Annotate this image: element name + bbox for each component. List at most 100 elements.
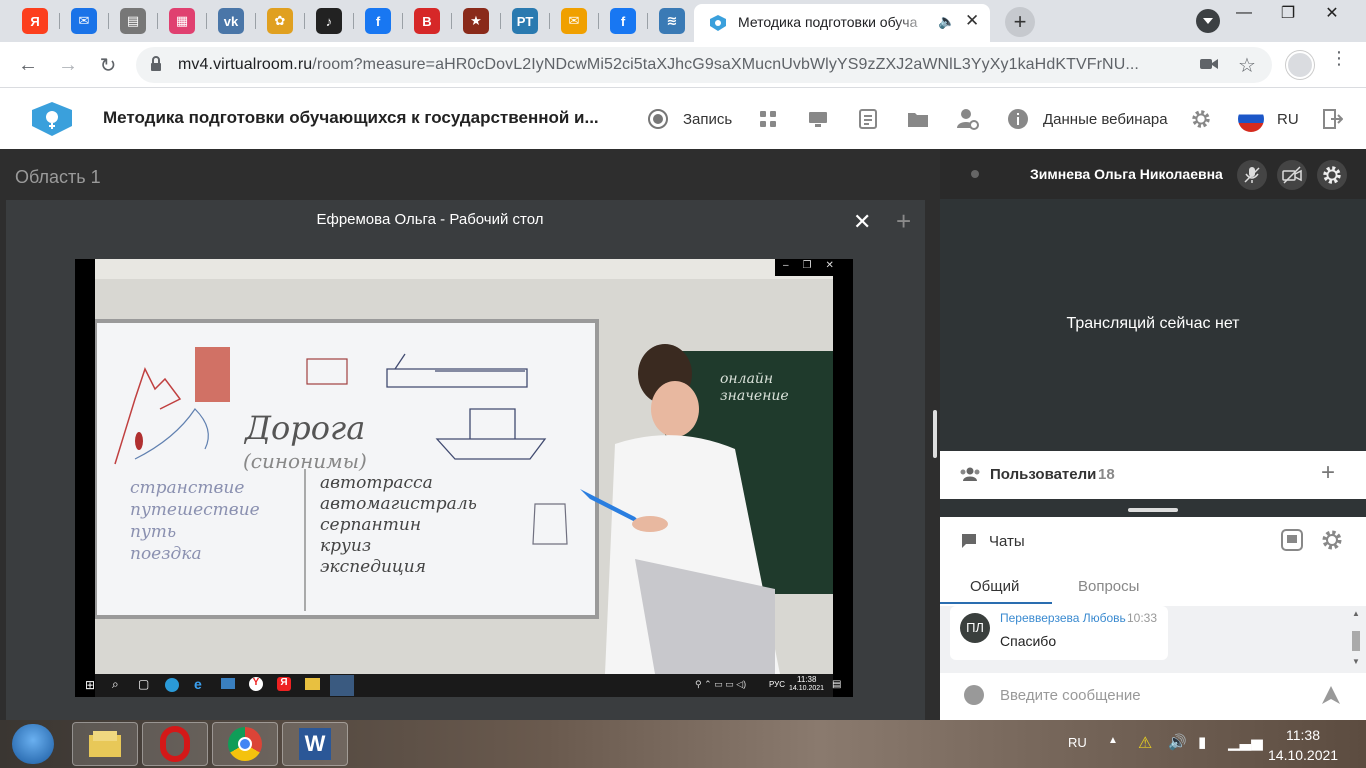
bookmark-star-icon[interactable]: ☆ bbox=[1238, 53, 1256, 78]
emoji-icon[interactable] bbox=[964, 685, 984, 705]
forward-icon[interactable]: → bbox=[55, 52, 81, 78]
webinar-data-label[interactable]: Данные вебинара bbox=[1043, 111, 1168, 128]
record-label[interactable]: Запись bbox=[683, 111, 732, 128]
files-folder-icon[interactable] bbox=[907, 108, 929, 130]
tray-date[interactable]: 14.10.2021 bbox=[1268, 747, 1338, 763]
flower-tab[interactable]: ✿ bbox=[267, 8, 293, 34]
tray-time[interactable]: 11:38 bbox=[1286, 727, 1320, 743]
word-taskbar-button[interactable]: W bbox=[282, 722, 348, 766]
inner-yandex2-icon: Я bbox=[277, 677, 291, 691]
doc-tab[interactable]: ▤ bbox=[120, 8, 146, 34]
facebook2-tab[interactable]: f bbox=[610, 8, 636, 34]
board-subtitle: (синонимы) bbox=[243, 449, 367, 473]
presentation-icon[interactable] bbox=[857, 108, 879, 130]
vk-tab[interactable]: vk bbox=[218, 8, 244, 34]
start-button[interactable] bbox=[12, 724, 54, 764]
restore-button[interactable]: ❐ bbox=[1266, 2, 1310, 24]
tray-power-icon[interactable]: ▮ bbox=[1198, 733, 1206, 751]
inner-edge-icon bbox=[165, 678, 179, 692]
tray-show-hidden-icon[interactable]: ▲ bbox=[1108, 735, 1118, 746]
wave-tab[interactable]: ≋ bbox=[659, 8, 685, 34]
camera-icon[interactable] bbox=[1200, 57, 1218, 76]
chalkboard-words: онлайн значение bbox=[720, 371, 789, 405]
panel-add-icon[interactable]: + bbox=[896, 206, 911, 237]
info-icon[interactable] bbox=[1007, 108, 1029, 130]
inner-taskbar: ⊞ ⌕ ▢ e Y Я ⚲ ⌃ ▭ ▭ ◁) РУС 11:38 14.10.2… bbox=[75, 674, 853, 697]
send-icon[interactable] bbox=[1321, 685, 1341, 710]
tab-close-icon[interactable]: ✕ bbox=[965, 11, 979, 31]
browser-menu-icon[interactable]: ⋮ bbox=[1330, 49, 1348, 67]
chat-settings-icon[interactable] bbox=[1320, 528, 1344, 557]
tray-warning-icon[interactable]: ⚠ bbox=[1138, 733, 1152, 753]
user-settings-icon[interactable] bbox=[957, 108, 979, 130]
explorer-taskbar-button[interactable] bbox=[72, 722, 138, 766]
profile-avatar[interactable] bbox=[1286, 51, 1314, 79]
virtualroom-logo[interactable] bbox=[30, 102, 74, 141]
inner-start-icon: ⊞ bbox=[85, 678, 96, 692]
photo-tab[interactable]: ▦ bbox=[169, 8, 195, 34]
message-author[interactable]: Перевверзева Любовь bbox=[1000, 611, 1126, 625]
language-label[interactable]: RU bbox=[1277, 111, 1299, 128]
tab-search-icon[interactable] bbox=[1196, 9, 1220, 33]
tray-language[interactable]: RU bbox=[1068, 735, 1087, 750]
panel-resize-handle[interactable] bbox=[933, 410, 937, 458]
screen-share-icon[interactable] bbox=[807, 108, 829, 130]
layouts-icon[interactable] bbox=[757, 108, 779, 130]
rt-tab[interactable]: PT bbox=[512, 8, 538, 34]
chat-scrollbar[interactable]: ▲ ▼ bbox=[1350, 609, 1362, 667]
board-word: поездка bbox=[130, 544, 202, 564]
camera-off-icon[interactable] bbox=[1277, 160, 1307, 190]
inner-taskview-icon: ▢ bbox=[138, 677, 150, 691]
mail-tab[interactable]: ✉ bbox=[71, 8, 97, 34]
chat-icon bbox=[961, 533, 977, 554]
russian-flag-icon[interactable] bbox=[1238, 106, 1264, 132]
inner-ie-icon: e bbox=[194, 676, 202, 692]
back-icon[interactable]: ← bbox=[15, 52, 41, 78]
lock-icon[interactable] bbox=[150, 56, 162, 77]
url-path: /room?measure=aHR0cDovL2IyNDcwMi52ci5taX… bbox=[312, 56, 1139, 73]
mic-off-icon[interactable] bbox=[1237, 160, 1267, 190]
panel-close-icon[interactable]: ✕ bbox=[853, 209, 871, 235]
url-field[interactable]: mv4.virtualroom.ru/room?measure=aHR0cDov… bbox=[136, 47, 1272, 83]
active-tab[interactable]: Методика подготовки обуча 🔈 ✕ bbox=[694, 4, 990, 42]
chrome-taskbar-button[interactable] bbox=[212, 722, 278, 766]
message-input-row: Введите сообщение bbox=[940, 675, 1366, 720]
users-panel-header[interactable]: Пользователи 18 + bbox=[940, 451, 1366, 499]
board-right-words: автотрасса автомагистраль серпантин круиз эк… bbox=[320, 473, 477, 578]
new-tab-button[interactable]: + bbox=[1005, 7, 1035, 37]
tray-volume-icon[interactable]: 🔊 bbox=[1168, 733, 1187, 751]
message-input[interactable]: Введите сообщение bbox=[1000, 687, 1141, 704]
users-label: Пользователи bbox=[990, 466, 1097, 483]
tab-questions[interactable]: Вопросы bbox=[1078, 578, 1139, 595]
board-word: странствие bbox=[130, 478, 245, 498]
window-close-button[interactable]: ✕ bbox=[1310, 2, 1354, 24]
tab-audio-icon[interactable]: 🔈 bbox=[938, 13, 955, 30]
opera-taskbar-button[interactable] bbox=[142, 722, 208, 766]
minimize-button[interactable]: — bbox=[1222, 2, 1266, 24]
chat-archive-icon[interactable] bbox=[1281, 529, 1303, 556]
tray-network-icon[interactable]: ▁▃▅ bbox=[1228, 733, 1263, 751]
vr-tab-icon bbox=[708, 14, 728, 37]
record-icon[interactable] bbox=[647, 108, 669, 130]
app-header: Методика подготовки обучающихся к госуда… bbox=[0, 88, 1366, 149]
tab-general[interactable]: Общий bbox=[970, 578, 1019, 595]
speaker-bar: Зимнева Ольга Николаевна bbox=[940, 149, 1366, 199]
speaker-settings-icon[interactable] bbox=[1317, 160, 1347, 190]
address-bar: ← → ↻ mv4.virtualroom.ru/room?measure=aH… bbox=[0, 42, 1366, 88]
board-word: экспедиция bbox=[320, 557, 426, 577]
settings-gear-icon[interactable] bbox=[1190, 108, 1212, 130]
music-tab[interactable]: ♪ bbox=[316, 8, 342, 34]
reload-icon[interactable]: ↻ bbox=[95, 52, 121, 78]
book-tab[interactable]: B bbox=[414, 8, 440, 34]
section-divider-handle[interactable] bbox=[1128, 508, 1178, 512]
mail2-tab[interactable]: ✉ bbox=[561, 8, 587, 34]
exit-icon[interactable] bbox=[1322, 108, 1344, 130]
yandex-tab[interactable]: Я bbox=[22, 8, 48, 34]
inner-folder-icon bbox=[305, 678, 320, 690]
star-tab[interactable]: ★ bbox=[463, 8, 489, 34]
facebook-tab[interactable]: f bbox=[365, 8, 391, 34]
chat-message: ПЛ Перевверзева Любовь 10:33 Спасибо bbox=[950, 606, 1168, 660]
speaker-status-dot bbox=[971, 170, 979, 178]
windows-taskbar: W RU ▲ ⚠ 🔊 ▮ ▁▃▅ 11:38 14.10.2021 bbox=[0, 720, 1366, 768]
add-user-icon[interactable]: + bbox=[1321, 459, 1335, 487]
